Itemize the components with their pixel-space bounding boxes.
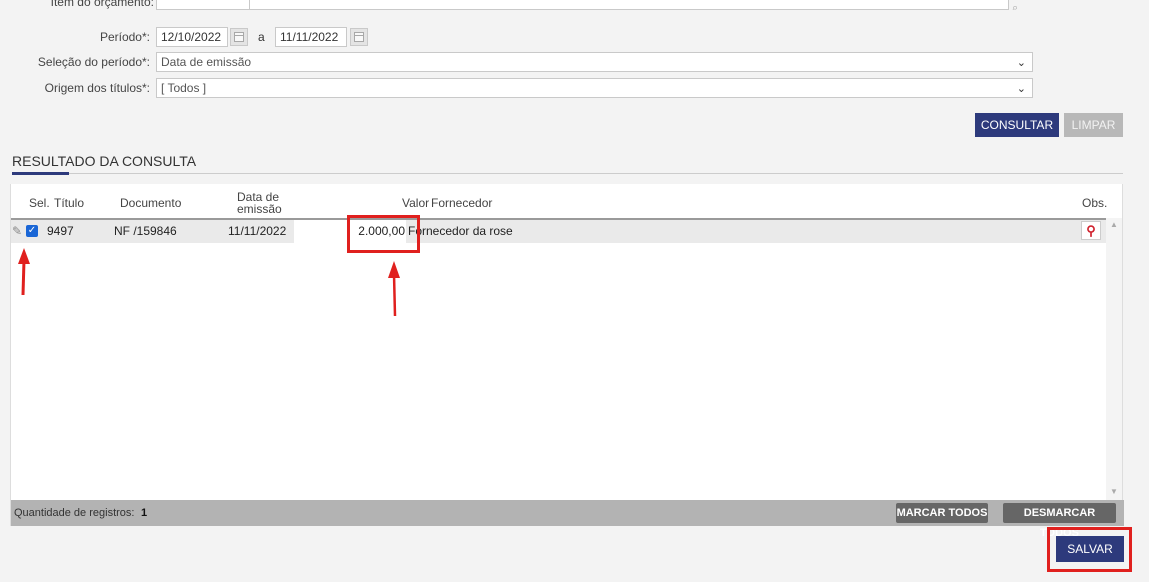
record-count-label: Quantidade de registros: [14,507,135,519]
origin-label: Origem dos títulos*: [44,81,150,95]
row-checkbox[interactable]: ✓ [26,225,38,237]
chevron-down-icon: ⌄ [1016,83,1026,95]
col-data-line2: emissão [237,202,282,216]
scroll-down-icon[interactable]: ▼ [1110,487,1118,496]
mark-all-button[interactable]: MARCAR TODOS [896,503,988,523]
budget-item-input[interactable] [156,0,250,10]
table-row[interactable]: ✎ ✓ 9497 NF /159846 11/11/2022 2.000,00 … [11,218,1108,243]
section-title-underline [12,172,69,175]
period-end-input[interactable]: 11/11/2022 [275,27,347,47]
budget-item-description[interactable] [249,0,1009,10]
annotation-box-valor [347,215,420,253]
annotation-arrow-valor [388,261,400,317]
calendar-icon[interactable] [350,28,368,46]
grid-scrollbar[interactable]: ▲ ▼ [1106,218,1122,500]
col-sel: Sel. [29,196,50,210]
consult-button[interactable]: CONSULTAR [975,113,1059,137]
obs-search-icon[interactable]: ⚲ [1081,221,1101,240]
scroll-up-icon[interactable]: ▲ [1110,220,1118,229]
row-titulo: 9497 [47,224,74,238]
edit-pencil-icon[interactable]: ✎ [12,224,22,238]
col-valor: Valor [402,196,430,210]
annotation-arrow-checkbox [18,248,30,296]
budget-item-label: Item do orçamento: [50,0,154,9]
col-fornecedor: Fornecedor [431,196,493,210]
row-data: 11/11/2022 [228,224,287,238]
chevron-down-icon: ⌄ [1016,57,1026,69]
period-separator: a [258,30,265,44]
section-title: RESULTADO DA CONSULTA [12,153,197,169]
col-obs: Obs. [1082,196,1108,210]
results-grid: Sel. Título Documento Data de emissão Va… [10,184,1124,539]
annotation-box-save [1047,527,1132,572]
row-documento: NF /159846 [114,224,177,238]
grid-footer: Quantidade de registros: 1 MARCAR TODOS … [11,500,1124,539]
unmark-all-button[interactable]: DESMARCAR TODOS [1003,503,1116,539]
period-label: Período*: [99,30,150,44]
record-count-value: 1 [141,507,148,519]
col-documento: Documento [120,196,182,210]
row-fornecedor: Fornecedor da rose [408,224,513,238]
origin-value: [ Todos ] [161,81,207,95]
period-selection-select[interactable]: Data de emissão ⌄ [156,52,1033,72]
calendar-icon[interactable] [230,28,248,46]
period-start-input[interactable]: 12/10/2022 [156,27,228,47]
period-selection-value: Data de emissão [161,55,252,69]
origin-select[interactable]: [ Todos ] ⌄ [156,78,1033,98]
section-divider [69,173,1123,174]
clear-button[interactable]: LIMPAR [1064,113,1123,137]
period-selection-label: Seleção do período*: [37,55,150,69]
search-icon[interactable]: ⌕ [1012,2,1030,10]
col-titulo: Título [54,196,85,210]
